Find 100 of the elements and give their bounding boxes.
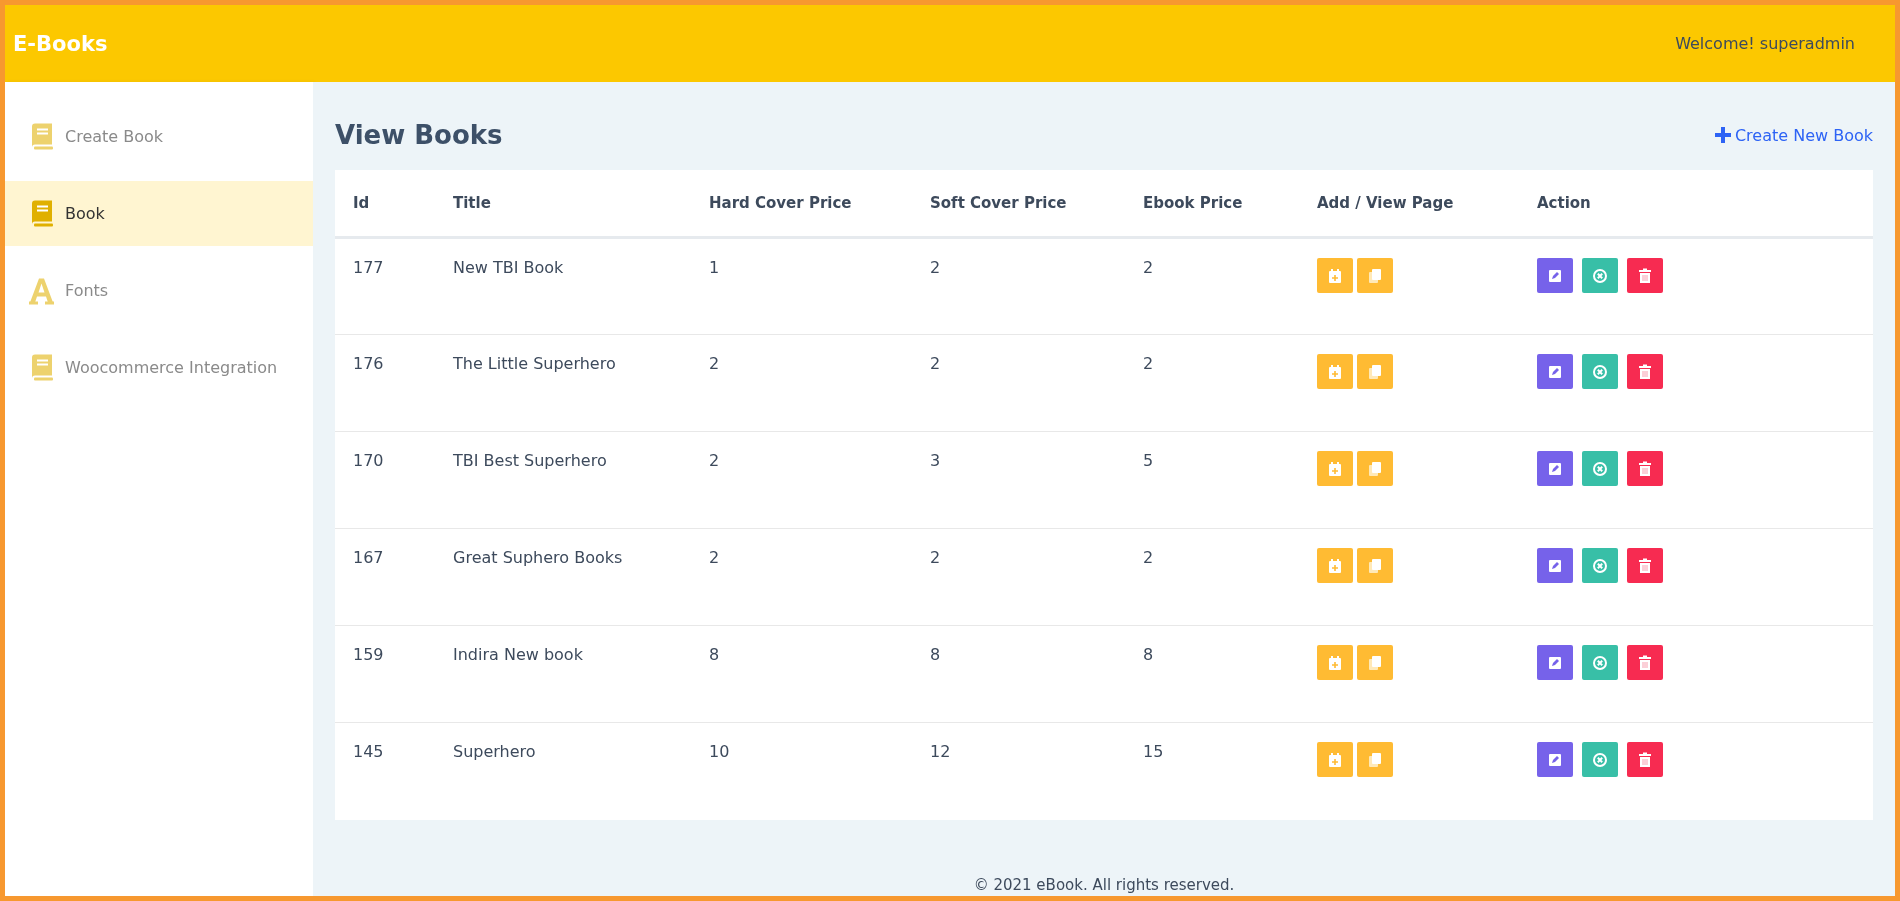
table-cell: 8 bbox=[691, 625, 912, 723]
column-header: Title bbox=[435, 170, 691, 238]
circle-x-icon bbox=[1592, 751, 1608, 768]
trash-icon bbox=[1637, 363, 1653, 380]
copy-icon bbox=[1367, 654, 1383, 671]
edit-button[interactable] bbox=[1537, 354, 1573, 389]
delete-button[interactable] bbox=[1627, 645, 1663, 680]
edit-icon bbox=[1547, 363, 1563, 380]
add-page-button[interactable] bbox=[1317, 548, 1353, 583]
add-page-button[interactable] bbox=[1317, 354, 1353, 389]
edit-button[interactable] bbox=[1537, 645, 1573, 680]
edit-button[interactable] bbox=[1537, 451, 1573, 486]
sidebar-item[interactable]: Fonts bbox=[5, 258, 313, 323]
edit-button[interactable] bbox=[1537, 258, 1573, 293]
table-cell: 3 bbox=[912, 431, 1125, 529]
trash-icon bbox=[1637, 557, 1653, 574]
column-header: Id bbox=[335, 170, 435, 238]
table-cell: 2 bbox=[691, 431, 912, 529]
circle-x-icon bbox=[1592, 557, 1608, 574]
calendar-plus-icon bbox=[1327, 751, 1343, 768]
delete-button[interactable] bbox=[1627, 451, 1663, 486]
table-cell: 167 bbox=[335, 528, 435, 626]
cancel-button[interactable] bbox=[1582, 354, 1618, 389]
delete-button[interactable] bbox=[1627, 354, 1663, 389]
table-cell: 15 bbox=[1125, 722, 1299, 820]
welcome-text: Welcome! superadmin bbox=[1675, 34, 1855, 53]
circle-x-icon bbox=[1592, 267, 1608, 284]
page-title: View Books bbox=[335, 120, 503, 150]
table-cell: 177 bbox=[335, 237, 435, 335]
table-cell: 159 bbox=[335, 625, 435, 723]
table-cell: 2 bbox=[1125, 237, 1299, 335]
view-pages-button[interactable] bbox=[1357, 258, 1393, 293]
table-cell: 2 bbox=[691, 334, 912, 432]
sidebar-item[interactable]: Book bbox=[5, 181, 313, 246]
table-cell: 2 bbox=[691, 528, 912, 626]
circle-x-icon bbox=[1592, 654, 1608, 671]
view-pages-button[interactable] bbox=[1357, 451, 1393, 486]
view-pages-button[interactable] bbox=[1357, 354, 1393, 389]
cancel-button[interactable] bbox=[1582, 645, 1618, 680]
footer-text: © 2021 eBook. All rights reserved. bbox=[972, 876, 1236, 896]
table-cell: TBI Best Superhero bbox=[435, 431, 691, 529]
delete-button[interactable] bbox=[1627, 742, 1663, 777]
column-header: Soft Cover Price bbox=[912, 170, 1125, 238]
table-cell: 2 bbox=[912, 334, 1125, 432]
edit-icon bbox=[1547, 460, 1563, 477]
trash-icon bbox=[1637, 751, 1653, 768]
edit-icon bbox=[1547, 267, 1563, 284]
table-cell: 8 bbox=[1125, 625, 1299, 723]
table-cell: 170 bbox=[335, 431, 435, 529]
table-cell: Great Suphero Books bbox=[435, 528, 691, 626]
add-page-button[interactable] bbox=[1317, 645, 1353, 680]
cancel-button[interactable] bbox=[1582, 451, 1618, 486]
table-cell: 176 bbox=[335, 334, 435, 432]
table-cell: 5 bbox=[1125, 431, 1299, 529]
view-pages-button[interactable] bbox=[1357, 645, 1393, 680]
delete-button[interactable] bbox=[1627, 548, 1663, 583]
cancel-button[interactable] bbox=[1582, 548, 1618, 583]
add-page-button[interactable] bbox=[1317, 258, 1353, 293]
table-cell: 10 bbox=[691, 722, 912, 820]
table-cell: 8 bbox=[912, 625, 1125, 723]
cancel-button[interactable] bbox=[1582, 742, 1618, 777]
edit-icon bbox=[1547, 751, 1563, 768]
copy-icon bbox=[1367, 557, 1383, 574]
table-cell: The Little Superhero bbox=[435, 334, 691, 432]
table-cell: Superhero bbox=[435, 722, 691, 820]
trash-icon bbox=[1637, 460, 1653, 477]
column-header: Hard Cover Price bbox=[691, 170, 912, 238]
trash-icon bbox=[1637, 267, 1653, 284]
calendar-plus-icon bbox=[1327, 267, 1343, 284]
create-new-book-link[interactable]: Create New Book bbox=[1714, 125, 1873, 145]
add-page-button[interactable] bbox=[1317, 451, 1353, 486]
calendar-plus-icon bbox=[1327, 363, 1343, 380]
copy-icon bbox=[1367, 751, 1383, 768]
sidebar-item[interactable]: Woocommerce Integration bbox=[5, 335, 313, 400]
edit-icon bbox=[1547, 654, 1563, 671]
table-cell: 145 bbox=[335, 722, 435, 820]
brand-title: E-Books bbox=[13, 31, 108, 56]
column-header: Ebook Price bbox=[1125, 170, 1299, 238]
calendar-plus-icon bbox=[1327, 460, 1343, 477]
add-page-button[interactable] bbox=[1317, 742, 1353, 777]
table-cell: 2 bbox=[1125, 334, 1299, 432]
edit-button[interactable] bbox=[1537, 548, 1573, 583]
delete-button[interactable] bbox=[1627, 258, 1663, 293]
view-pages-button[interactable] bbox=[1357, 742, 1393, 777]
table-cell: 2 bbox=[912, 237, 1125, 335]
edit-button[interactable] bbox=[1537, 742, 1573, 777]
table-cell: Indira New book bbox=[435, 625, 691, 723]
column-header: Add / View Page bbox=[1299, 170, 1519, 238]
calendar-plus-icon bbox=[1327, 557, 1343, 574]
table-cell: 2 bbox=[912, 528, 1125, 626]
trash-icon bbox=[1637, 654, 1653, 671]
cancel-button[interactable] bbox=[1582, 258, 1618, 293]
sidebar-item[interactable]: Create Book bbox=[5, 104, 313, 169]
plus-icon bbox=[1714, 127, 1731, 143]
copy-icon bbox=[1367, 363, 1383, 380]
table-cell: 2 bbox=[1125, 528, 1299, 626]
view-pages-button[interactable] bbox=[1357, 548, 1393, 583]
table-cell: 1 bbox=[691, 237, 912, 335]
copy-icon bbox=[1367, 460, 1383, 477]
circle-x-icon bbox=[1592, 460, 1608, 477]
